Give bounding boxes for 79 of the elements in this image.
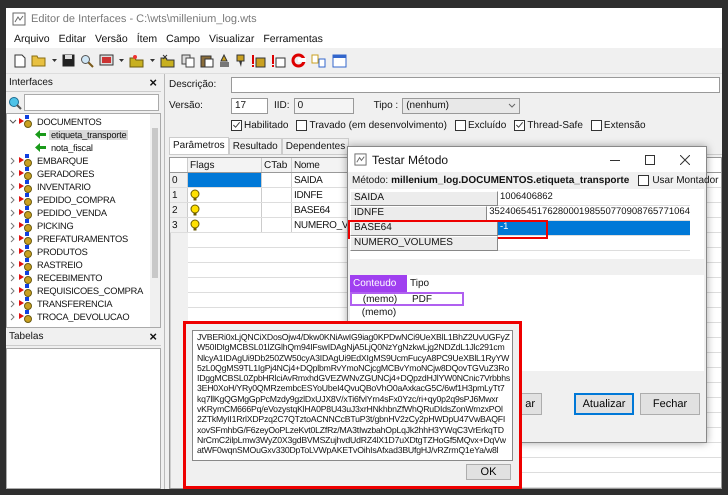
parameter-name: IDNFE bbox=[350, 206, 488, 221]
tree-item[interactable]: REQUISICOES_COMPRA bbox=[35, 286, 146, 296]
menu-item[interactable]: Editar bbox=[58, 33, 86, 45]
column-header: Conteudo bbox=[350, 275, 407, 292]
tree-item[interactable]: INVENTARIO bbox=[35, 182, 93, 192]
parameter-name: SAIDA bbox=[350, 191, 498, 206]
menu-item[interactable]: Ferramentas bbox=[263, 33, 323, 45]
version-field[interactable]: 17 bbox=[231, 98, 268, 114]
dialog-title: Testar Método bbox=[372, 152, 450, 166]
tree-item[interactable]: etiqueta_transporte bbox=[49, 130, 128, 140]
row-number: 1 bbox=[170, 188, 188, 202]
row-number: 0 bbox=[170, 173, 188, 187]
field-label: Versão: bbox=[169, 100, 204, 111]
tree-item[interactable]: nota_fiscal bbox=[49, 142, 95, 152]
row-number: 3 bbox=[170, 218, 188, 232]
row-number: 2 bbox=[170, 203, 188, 217]
menu-item[interactable]: Ítem bbox=[136, 33, 158, 45]
field-label: Tipo : bbox=[374, 100, 398, 111]
memo-text-line: vKRymCM666Pq/eVozystqKlHA0P8U43uJ3xrHNkhbnZfWhQRuDIdsZonWrnzxPOl bbox=[197, 404, 504, 414]
tree-item[interactable]: PRODUTOS bbox=[35, 246, 90, 256]
memo-text-line: xovSFmhbG/F6zeyOoPLzeKvt0LZfRz/MA3tIwzbahOpLqJk2hhH3YWqC3VrErkqTD bbox=[197, 424, 505, 435]
menu-item[interactable]: Arquivo bbox=[14, 33, 50, 45]
parameter-name: BASE64 bbox=[350, 221, 498, 236]
column-header: Tipo bbox=[409, 277, 430, 291]
field-label: Descrição: bbox=[169, 79, 218, 90]
parameter-value[interactable]: -1 bbox=[498, 221, 690, 236]
tree-item[interactable]: PEDIDO_COMPRA bbox=[35, 194, 118, 204]
tab[interactable]: Resultado bbox=[228, 138, 282, 154]
memo-text-line: JVBERi0xLjQNCiXDosOjw4/Dkw0KNiAwIG9iag0KPDwNCi9UeXBlL1BhZ2UvUGFyZ bbox=[197, 332, 508, 342]
menu-item[interactable]: Versão bbox=[95, 33, 128, 45]
tree-item[interactable]: PICKING bbox=[35, 220, 76, 230]
menu-item[interactable]: Visualizar bbox=[209, 33, 254, 45]
tree-item[interactable]: PEDIDO_VENDA bbox=[35, 208, 109, 218]
checkbox-label: Habilitado bbox=[244, 120, 288, 130]
tree-item[interactable]: RECEBIMENTO bbox=[35, 272, 104, 282]
method-name: millenium_log.DOCUMENTOS.etiqueta_transporte bbox=[391, 175, 630, 186]
tree-item[interactable]: EMBARQUE bbox=[35, 156, 90, 166]
iid-field[interactable]: 0 bbox=[294, 98, 354, 114]
memo-text-line: atWF0wqnSMOuGxv330DpToLVWpAKETvOihIsAfxad3BUfgHJ/vRZrmQ1eYa/w8l bbox=[197, 445, 500, 456]
dialog-button[interactable]: Fechar bbox=[640, 393, 700, 415]
tree-item[interactable]: PREFATURAMENTOS bbox=[35, 234, 130, 244]
checkbox-label: Thread-Safe bbox=[527, 120, 583, 130]
column-header: CTab bbox=[262, 158, 292, 172]
ok-button[interactable]: OK bbox=[466, 464, 511, 480]
memo-text-line: NlcyA1IDAgUi9Db250ZW50cyA3IDAgUi9EdXIgMS9UcmFucyA8PC9UeXBlL1RyYW bbox=[197, 352, 508, 363]
dialog-button[interactable]: Atualizar bbox=[574, 393, 634, 415]
field-label: IID: bbox=[274, 100, 290, 111]
menu-item[interactable]: Campo bbox=[166, 33, 200, 45]
window-title: Editor de Interfaces - C:\wts\millenium_log.wts bbox=[31, 13, 257, 25]
memo-text-line: kq7llKgQGMgGpPcMzdy9gzlDxUJX8V/xTi6fvlYrn4sFx0Yzc/ri+qy0p2q9sPJ6Mwxr bbox=[197, 394, 500, 404]
tree-item[interactable]: TROCA_DEVOLUCAO bbox=[35, 312, 132, 322]
tab[interactable]: Dependentes bbox=[282, 138, 350, 154]
tree-item[interactable]: RASTREIO bbox=[35, 260, 85, 270]
table-cell-text: PDF bbox=[411, 294, 432, 304]
type-dropdown[interactable]: (nenhum) bbox=[402, 98, 520, 114]
memo-text-line: 3EH0XoH/YRy0QMRzembcESYoUbeI4QvuQBoVhO0aAxkacG5C/6wf1H3pmLyTt7 bbox=[197, 383, 506, 394]
parameter-name: NUMERO_VOLUMES bbox=[350, 236, 498, 251]
tab[interactable]: Parâmetros bbox=[169, 137, 229, 154]
tree-item[interactable]: TRANSFERENCIA bbox=[35, 298, 114, 308]
memo-text-line: NrCmC2ilpLmw3WyZ0X3gdBVMSZujhvdUdRZ4lX1D7uXDtgTZHoGf5MQvx+DqVw bbox=[197, 434, 507, 446]
column-header: Flags bbox=[188, 158, 262, 172]
memo-text-line: 2ZTkMyII1RrlXDPzq2C7QTztoACNNCcBTuP3t/gbnHV2zCy2pHWDpU47VwBAQFI bbox=[197, 414, 506, 425]
table-cell[interactable]: (memo) bbox=[352, 294, 408, 304]
checkbox-label: Travado (em desenvolvimento) bbox=[309, 120, 447, 130]
parameter-value[interactable]: 1006406862 bbox=[498, 191, 690, 206]
checkbox-label: Excluído bbox=[468, 120, 506, 130]
method-label: Método: bbox=[352, 175, 388, 186]
table-cell[interactable]: (memo) bbox=[351, 307, 407, 319]
tree-item[interactable]: DOCUMENTOS bbox=[35, 116, 104, 126]
panel-title: Interfaces bbox=[9, 77, 53, 88]
memo-text-line: W50IDIgMCBSL01lZGlhQm94IFswIDAgNjA5LjQ0NzYgNzkwLjg2NDZdL1Jlc291cm bbox=[197, 342, 506, 353]
tree-item[interactable]: GERADORES bbox=[35, 168, 96, 178]
close-button[interactable]: × bbox=[149, 329, 157, 344]
memo-text-line: IDggMCBSL0ZpbHRlciAvRmxhdGVEZWNvZGUNCj4+DQpzdHJlYW0NCnic7Vrbbhs bbox=[197, 373, 508, 384]
checkbox-label: Usar Montador bbox=[652, 175, 718, 186]
memo-text-line: 5zL0QgMS9TL1IgPj4NCj4+DQplbmRvYmoNCjcgMCBvYmoNCjw8DQovTGVuZ3Ro bbox=[197, 362, 508, 374]
panel-title: Tabelas bbox=[9, 331, 44, 342]
close-button[interactable]: × bbox=[149, 75, 157, 90]
checkbox-label: Extensão bbox=[604, 120, 646, 130]
